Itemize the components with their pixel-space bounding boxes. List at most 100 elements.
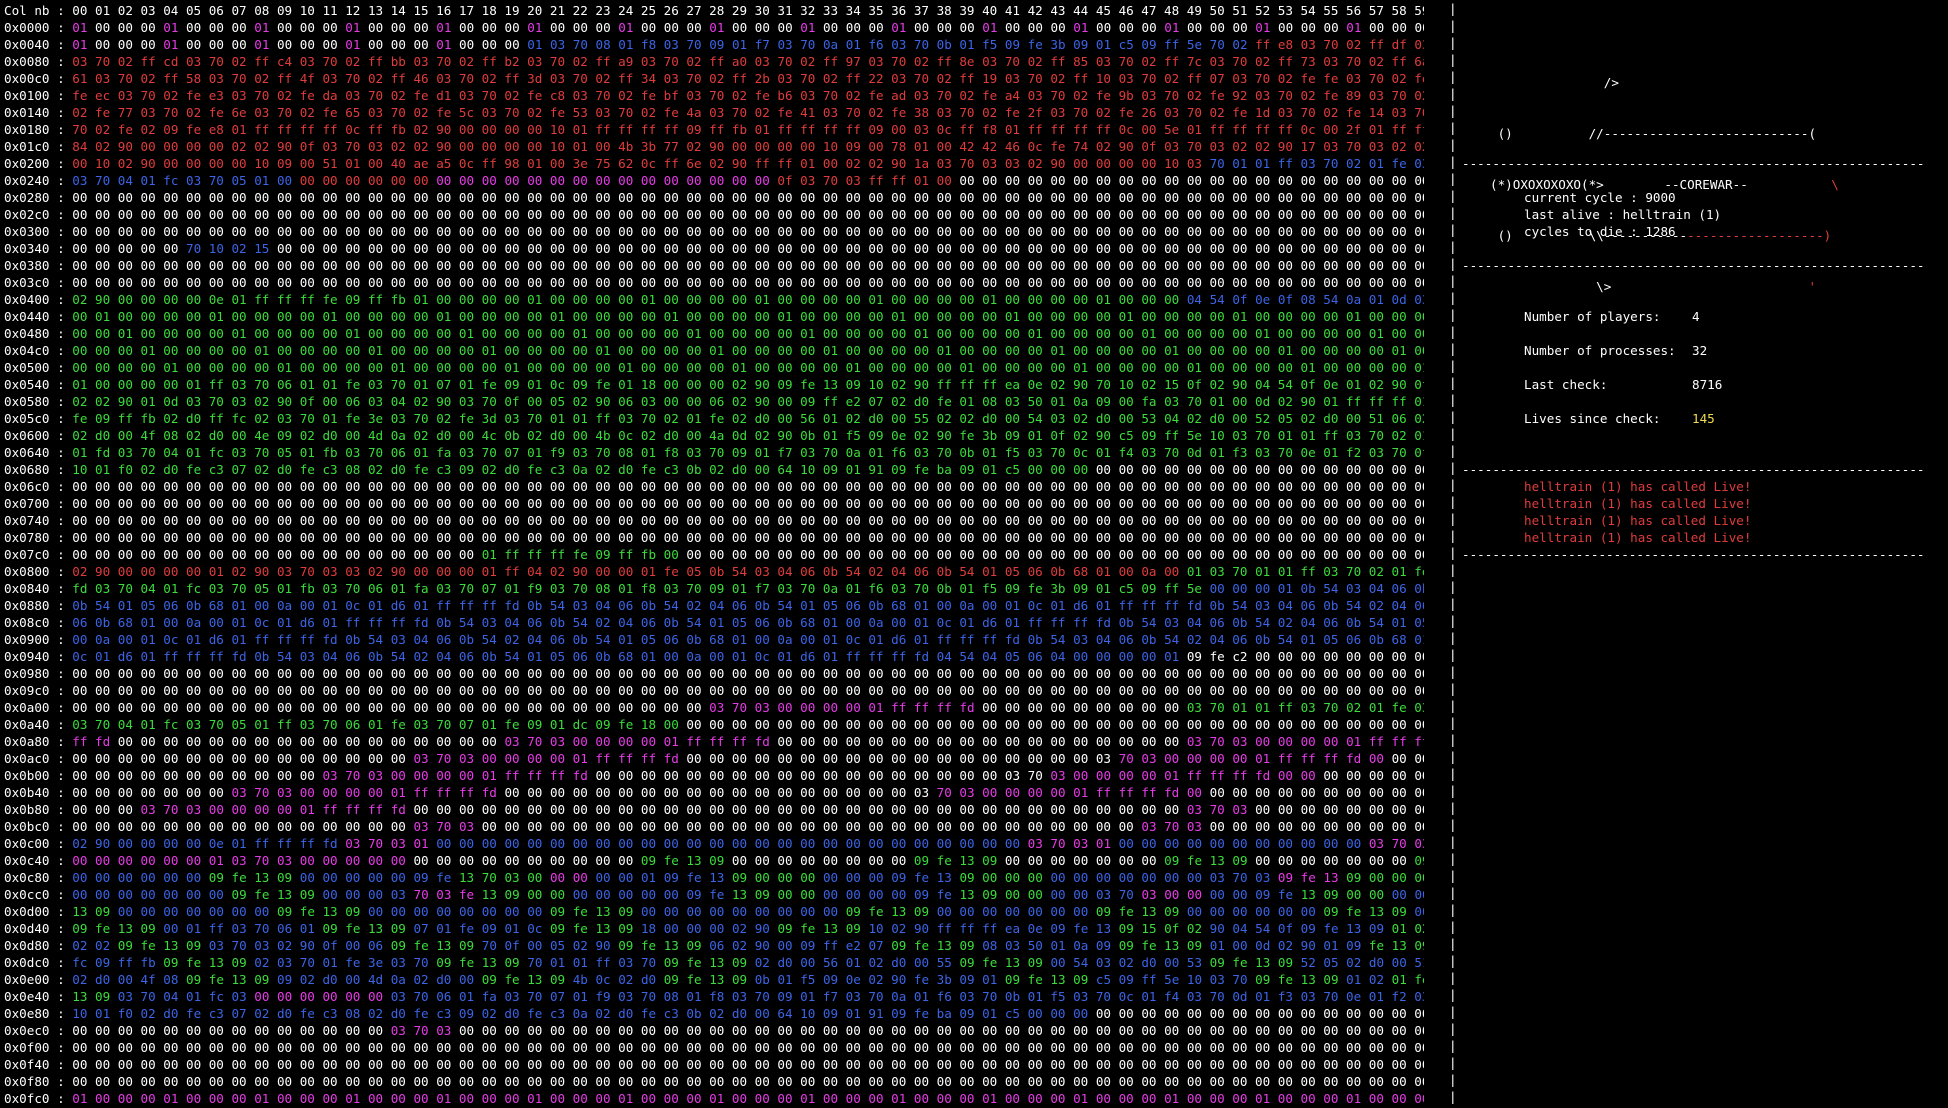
memory-bytes: 00 00 00 00 00 09 fe [572,887,732,902]
memory-bytes: 09 fe 13 09 [663,972,755,987]
memory-bytes: 00 00 00 00 00 00 00 00 00 00 00 00 00 0… [72,530,1424,545]
memory-bytes: 09 fe 13 09 [1255,972,1347,987]
memory-bytes: 09 fe 13 09 [640,853,732,868]
memory-row: 0x0dc0 : fc 09 ff fb 09 fe 13 09 02 03 7… [4,954,1424,971]
memory-bytes: 03 70 06 01 fa 03 70 07 01 f9 03 70 08 0… [390,989,1424,1004]
memory-bytes: 00 00 00 00 00 [1414,904,1424,919]
memory-row: 0x0480 : 00 00 01 00 00 00 00 01 00 00 0… [4,325,1424,342]
memory-bytes: 03 70 01 01 ff 03 70 02 01 fe 03 70 03 0… [1186,700,1424,715]
memory-bytes: 70 03 00 00 00 00 01 ff ff ff fd 00 [936,785,1210,800]
memory-bytes: 00 00 00 00 00 00 00 00 00 00 00 00 00 0… [72,1023,391,1038]
row-address: 0x0980 : [4,666,73,681]
memory-row: 0x04c0 : 00 00 00 01 00 00 00 00 01 00 0… [4,342,1424,359]
memory-bytes: 01 [800,20,823,35]
memory-row: 0x0bc0 : 00 00 00 00 00 00 00 00 00 00 0… [4,818,1424,835]
memory-bytes: 04 54 0f 0e 0f 08 54 0a 01 0d 03 70 0f 0… [1186,292,1424,307]
memory-bytes: 00 00 00 00 00 00 00 [72,785,232,800]
memory-row: 0x07c0 : 00 00 00 00 00 00 00 00 00 00 0… [4,546,1424,563]
logo-line-5-right: ' [1611,279,1817,294]
memory-bytes: 00 00 00 09 fe 13 [822,870,960,885]
memory-bytes: 07 01 fe 09 01 0c [413,921,550,936]
memory-bytes: 00 00 00 00 00 00 00 00 00 00 00 00 00 0… [686,547,1424,562]
memory-bytes: 03 70 03 00 00 00 00 01 ff ff ff fd [413,751,687,766]
memory-bytes: 0c 01 d6 01 ff ff ff fd 0b 54 03 04 06 0… [72,649,1187,664]
memory-bytes: 03 70 03 [1186,802,1256,817]
memory-row: 0x0fc0 : 01 00 00 00 01 00 00 00 01 00 0… [4,1090,1424,1106]
memory-bytes: 00 00 00 00 00 00 00 [72,887,232,902]
memory-row: 0x00c0 : 61 03 70 02 ff 58 03 70 02 ff 4… [4,70,1424,87]
row-address: 0x0940 : [4,649,73,664]
memory-row: 0x0140 : 02 fe 77 03 70 02 fe 6e 03 70 0… [4,104,1424,121]
row-address: 0x0680 : [4,462,73,477]
memory-bytes: 03 70 03 00 00 00 00 01 ff ff ff fd [140,802,414,817]
memory-bytes: 00 00 00 00 00 00 00 00 00 00 00 00 00 0… [72,513,1424,528]
memory-bytes: 00 00 00 00 01 00 00 00 00 01 00 00 00 0… [72,360,1424,375]
memory-bytes: 00 00 00 00 [1391,887,1424,902]
separator-line: ----------------------------------------… [1462,547,1924,562]
memory-row: 0x0700 : 00 00 00 00 00 00 00 00 00 00 0… [4,495,1424,512]
memory-bytes: 02 d0 00 56 01 02 d0 00 55 [754,955,960,970]
memory-bytes: 00 00 00 00 00 00 00 00 00 00 00 00 00 0… [686,717,1424,732]
memory-bytes: 00 00 00 [95,37,164,52]
memory-bytes: 01 [1073,20,1096,35]
memory-row: 0x0200 : 00 10 02 90 00 00 00 00 10 09 0… [4,155,1424,172]
memory-bytes: fd 03 70 04 01 fc 03 70 05 01 fb 03 70 0… [72,581,1210,596]
memory-bytes: 09 fe 13 09 [1004,972,1096,987]
memory-bytes: 02 90 00 00 00 00 0e 01 ff ff ff fe 09 f… [72,292,1187,307]
memory-bytes: 00 00 00 00 00 00 [1391,751,1424,766]
memory-bytes: 00 00 00 00 00 00 00 00 00 [1323,768,1424,783]
memory-bytes: 00 00 00 00 00 00 00 00 00 00 00 00 00 0… [72,700,710,715]
row-address: 0x05c0 : [4,411,73,426]
memory-bytes: 03 70 03 00 00 00 00 01 ff ff ff fd [231,785,505,800]
memory-bytes: 03 70 03 03 00 03 fd [1368,836,1424,851]
memory-bytes: 00 00 00 [1278,20,1347,35]
memory-bytes: 00 00 00 00 00 00 00 00 00 00 00 00 00 0… [504,785,937,800]
memory-bytes: 00 00 00 [1096,20,1165,35]
memory-row: 0x0c80 : 00 00 00 00 00 00 09 fe 13 09 0… [4,869,1424,886]
memory-row: 0x0c00 : 02 90 00 00 00 00 0e 01 ff ff f… [4,835,1424,852]
row-address: 0x03c0 : [4,275,73,290]
memory-bytes: 00 00 00 00 00 00 00 00 00 00 00 00 00 0… [276,241,1424,256]
memory-bytes: 13 70 03 00 [458,870,550,885]
memory-bytes: 00 00 00 [1187,20,1256,35]
memory-bytes: 09 fe 13 09 [1164,853,1256,868]
memory-row: 0x0440 : 00 01 00 00 00 00 01 00 00 00 0… [4,308,1424,325]
memory-bytes: 13 09 00 00 [731,887,823,902]
row-address: 0x0e00 : [4,972,73,987]
memory-bytes: 09 fe 13 09 [322,921,414,936]
memory-bytes: 00 00 [549,870,596,885]
memory-bytes: 01 02 [1346,972,1392,987]
cycles-to-die: cycles to die : 1286 [1524,224,1676,239]
memory-bytes: 09 fe 13 09 [777,921,869,936]
memory-bytes: 03 70 03 00 00 00 00 01 ff ff ff fd [709,700,983,715]
memory-row: 0x0600 : 02 d0 00 4f 08 02 d0 00 4e 09 0… [4,427,1424,444]
memory-bytes: 03 70 03 01 [1027,836,1119,851]
logo-line-2: () //---------------------------( [1490,126,1817,141]
memory-bytes: 09 fe 13 09 [276,904,368,919]
memory-bytes: 01 [436,37,459,52]
row-address: 0x04c0 : [4,343,73,358]
row-address: 0x06c0 : [4,479,73,494]
memory-bytes: 02 d0 00 4f 08 [72,972,186,987]
row-address: 0x00c0 : [4,71,73,86]
memory-rows: 0x0000 : 01 00 00 00 01 00 00 00 01 00 0… [4,19,1424,1106]
memory-row: 0x0ac0 : 00 00 00 00 00 00 00 00 00 00 0… [4,750,1424,767]
memory-row: 0x05c0 : fe 09 ff fb 02 d0 ff fc 02 03 7… [4,410,1424,427]
memory-bytes: 03 70 03 [413,819,482,834]
last-alive: last alive : helltrain (1) [1524,207,1722,222]
memory-row: 0x0d40 : 09 fe 13 09 00 01 ff 03 70 06 0… [4,920,1424,937]
row-address: 0x0800 : [4,564,73,579]
row-address: 0x0f00 : [4,1040,73,1055]
row-address: 0x0240 : [4,173,73,188]
memory-bytes: 01 [982,20,1005,35]
memory-bytes: 00 00 00 00 00 00 00 03 70 03 [1050,870,1278,885]
memory-bytes: 00 00 00 00 00 00 00 00 00 00 00 00 00 0… [72,207,1424,222]
memory-row: 0x0640 : 01 fd 03 70 04 01 fc 03 70 05 0… [4,444,1424,461]
memory-bytes: 03 70 03 02 90 0f 00 06 [208,938,391,953]
row-address: 0x0c00 : [4,836,73,851]
memory-row: 0x0240 : 03 70 04 01 fc 03 70 05 01 00 0… [4,172,1424,189]
vertical-divider: | | | | | | | | | | | | | | | | | | | | … [1449,1,1457,1108]
memory-bytes: 01 [1255,20,1278,35]
memory-bytes: fc 09 ff fb [72,955,164,970]
memory-bytes: 03 00 00 [1141,887,1210,902]
